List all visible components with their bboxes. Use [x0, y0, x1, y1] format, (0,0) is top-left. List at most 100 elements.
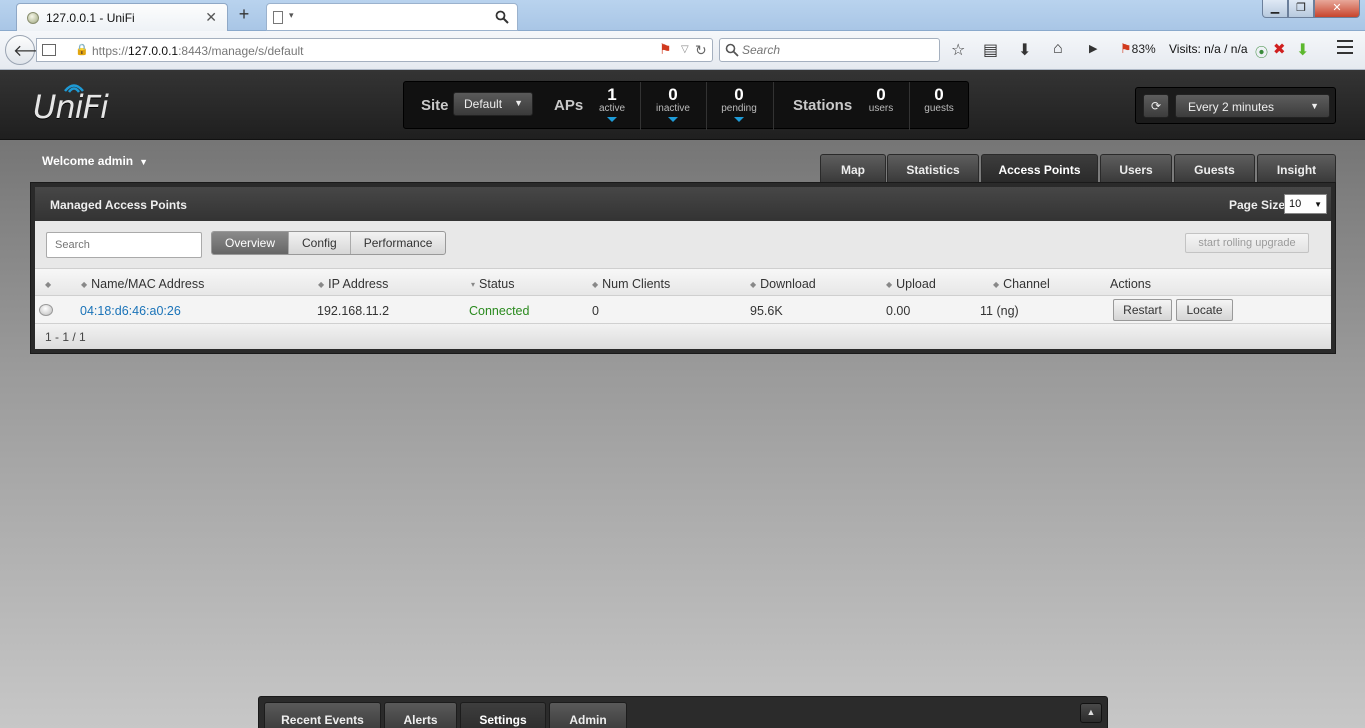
- home-icon[interactable]: ⌂: [1053, 40, 1063, 58]
- flag-icon[interactable]: ⚑: [659, 41, 672, 58]
- aps-inactive-count[interactable]: 0 inactive: [643, 86, 703, 122]
- download-icon[interactable]: ⬇: [1018, 40, 1031, 60]
- tab-insight[interactable]: Insight: [1257, 154, 1336, 182]
- column-upload[interactable]: ◆ Upload: [886, 277, 936, 291]
- tab-map[interactable]: Map: [820, 154, 886, 182]
- locate-button[interactable]: Locate: [1176, 299, 1233, 321]
- stations-users-count[interactable]: 0 users: [851, 86, 911, 114]
- app-header: UniFi Site Default ▼ APs 1 active 0 inac…: [0, 70, 1365, 140]
- sort-icon: ◆: [45, 280, 52, 289]
- refresh-interval-value: Every 2 minutes: [1188, 100, 1275, 114]
- tab-alerts[interactable]: Alerts: [384, 702, 457, 728]
- minimize-window-button[interactable]: ▁: [1262, 0, 1288, 18]
- tab-access-points[interactable]: Access Points: [981, 154, 1098, 182]
- bottom-bar: Recent Events Alerts Settings Admin ▲: [258, 696, 1108, 728]
- close-window-button[interactable]: ✕: [1314, 0, 1360, 18]
- column-label: Channel: [1003, 277, 1050, 291]
- count-label: pending: [721, 103, 757, 114]
- unifi-favicon-icon: [27, 12, 39, 24]
- count-label: users: [868, 103, 894, 114]
- lock-icon[interactable]: 🔒: [75, 43, 89, 56]
- count-label: inactive: [656, 103, 690, 114]
- search-icon[interactable]: [495, 10, 509, 24]
- column-ip-address[interactable]: ◆ IP Address: [318, 277, 388, 291]
- column-status[interactable]: ▾ Status: [471, 277, 514, 291]
- tab-settings[interactable]: Settings: [460, 702, 546, 728]
- aps-active-count[interactable]: 1 active: [582, 86, 642, 122]
- browser-search-bar[interactable]: [719, 38, 940, 62]
- count-label: active: [598, 103, 626, 114]
- back-button[interactable]: 🡐: [5, 35, 56, 65]
- welcome-user-menu[interactable]: Welcome admin ▼: [42, 154, 148, 168]
- page-icon: [273, 11, 283, 24]
- column-name-mac[interactable]: ◆ Name/MAC Address: [81, 277, 204, 291]
- sort-state-column[interactable]: ◆: [45, 277, 55, 291]
- aps-pending-count[interactable]: 0 pending: [709, 86, 769, 122]
- refresh-button[interactable]: ⟳: [1143, 94, 1169, 118]
- caret-down-icon: ▼: [139, 157, 149, 167]
- url-host: 127.0.0.1: [128, 44, 179, 58]
- page-size-value: 10: [1289, 198, 1302, 210]
- chevron-down-icon[interactable]: ▽: [681, 44, 689, 55]
- maximize-window-button[interactable]: ❐: [1288, 0, 1314, 18]
- refresh-controls: ⟳ Every 2 minutes ▼: [1135, 87, 1336, 124]
- bookmark-star-icon[interactable]: ☆: [951, 40, 965, 60]
- column-channel[interactable]: ◆ Channel: [993, 277, 1050, 291]
- panel-footer: 1 - 1 / 1: [35, 324, 1331, 349]
- tab-title: 127.0.0.1 - UniFi: [46, 11, 135, 25]
- column-label: Num Clients: [602, 277, 671, 291]
- close-icon[interactable]: ✖: [1273, 40, 1286, 58]
- unifi-logo: UniFi: [33, 88, 109, 126]
- chevron-down-icon[interactable]: ▾: [289, 10, 294, 21]
- hamburger-menu-icon[interactable]: [1337, 40, 1353, 58]
- column-download[interactable]: ◆ Download: [750, 277, 816, 291]
- tab-recent-events[interactable]: Recent Events: [264, 702, 381, 728]
- new-tab-button[interactable]: +: [234, 4, 254, 25]
- tab-users[interactable]: Users: [1100, 154, 1172, 182]
- ap-download: 95.6K: [750, 304, 783, 318]
- search-icon: [725, 43, 739, 57]
- stations-guests-count[interactable]: 0 guests: [909, 86, 969, 114]
- refresh-interval-select[interactable]: Every 2 minutes ▼: [1175, 94, 1330, 118]
- ap-name-link[interactable]: 04:18:d6:46:a0:26: [80, 304, 181, 318]
- close-tab-icon[interactable]: ✕: [205, 9, 217, 26]
- view-tab-config[interactable]: Config: [289, 232, 351, 254]
- youtube-icon[interactable]: ▶: [1089, 42, 1097, 55]
- sort-icon: ◆: [750, 280, 757, 289]
- column-num-clients[interactable]: ◆ Num Clients: [592, 277, 670, 291]
- reading-list-icon[interactable]: ▤: [983, 40, 998, 60]
- start-rolling-upgrade-button[interactable]: start rolling upgrade: [1185, 233, 1309, 253]
- site-select[interactable]: Default ▼: [453, 92, 533, 116]
- tab-admin[interactable]: Admin: [549, 702, 627, 728]
- url-text[interactable]: https://127.0.0.1:8443/manage/s/default: [92, 44, 304, 58]
- zoom-indicator[interactable]: ⚑83%: [1120, 41, 1156, 57]
- view-tab-overview[interactable]: Overview: [212, 232, 290, 254]
- browser-search-input[interactable]: [742, 42, 932, 58]
- ap-num-clients: 0: [592, 304, 599, 318]
- site-identity-icon[interactable]: [42, 44, 56, 56]
- expand-panel-button[interactable]: ▲: [1080, 703, 1102, 723]
- table-row: 04:18:d6:46:a0:26 192.168.11.2 Connected…: [35, 296, 1331, 324]
- ap-search-input[interactable]: [46, 232, 202, 258]
- visits-counter[interactable]: Visits: n/a / n/a: [1169, 42, 1248, 56]
- ap-channel: 11 (ng): [980, 304, 1019, 318]
- url-bar[interactable]: 🔒 https://127.0.0.1:8443/manage/s/defaul…: [36, 38, 713, 62]
- restart-button[interactable]: Restart: [1113, 299, 1172, 321]
- tab-guests[interactable]: Guests: [1174, 154, 1255, 182]
- column-label: IP Address: [328, 277, 389, 291]
- globe-icon[interactable]: ⦿: [1255, 42, 1268, 61]
- managed-access-points-panel: Managed Access Points Page Size 10 ▼ Ove…: [30, 182, 1336, 354]
- sort-icon: ◆: [993, 280, 1000, 289]
- column-label: Download: [760, 277, 816, 291]
- caret-down-icon: ▼: [514, 98, 523, 108]
- tab-statistics[interactable]: Statistics: [887, 154, 979, 182]
- view-tab-performance[interactable]: Performance: [351, 232, 446, 254]
- page-size-select[interactable]: 10 ▼: [1284, 194, 1327, 214]
- download-arrow-icon[interactable]: ⬇: [1296, 40, 1309, 60]
- browser-tab-unifi[interactable]: 127.0.0.1 - UniFi ✕: [16, 3, 228, 31]
- site-select-value: Default: [464, 97, 503, 111]
- reload-icon[interactable]: ↻: [695, 42, 707, 59]
- sort-icon: ◆: [886, 280, 893, 289]
- tab-search-box[interactable]: ▾: [266, 3, 518, 31]
- page-size-label: Page Size: [1229, 198, 1286, 212]
